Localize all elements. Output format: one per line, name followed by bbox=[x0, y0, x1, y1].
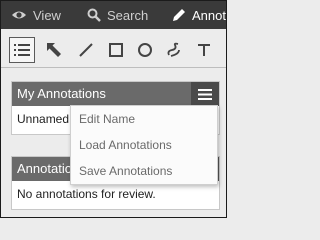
my-annotations-header: My Annotations bbox=[12, 82, 219, 106]
text-tool[interactable] bbox=[191, 37, 217, 63]
menu-item-load-annotations[interactable]: Load Annotations bbox=[71, 132, 217, 158]
rectangle-icon bbox=[109, 43, 123, 57]
annotation-viewer: View Search Annotate bbox=[0, 0, 227, 218]
toolbar-divider bbox=[1, 67, 226, 68]
freehand-tool[interactable] bbox=[161, 37, 187, 63]
tab-view-label: View bbox=[33, 7, 61, 23]
pencil-icon bbox=[173, 9, 185, 21]
menu-item-save-annotations[interactable]: Save Annotations bbox=[71, 158, 217, 184]
tab-search[interactable]: Search bbox=[87, 1, 148, 29]
tab-annotate[interactable]: Annotate bbox=[172, 1, 226, 29]
line-icon bbox=[79, 43, 93, 57]
arrow-tool[interactable] bbox=[41, 37, 67, 63]
eye-icon bbox=[12, 11, 26, 19]
annotation-row-label: Unnamed bbox=[17, 112, 70, 126]
list-select-icon bbox=[14, 44, 30, 56]
annotations-review-empty-text: No annotations for review. bbox=[17, 187, 156, 201]
arrow-icon bbox=[47, 43, 61, 57]
my-annotations-menu-button[interactable] bbox=[191, 82, 219, 106]
freehand-icon bbox=[167, 42, 180, 57]
circle-icon bbox=[138, 43, 152, 57]
tab-bar: View Search Annotate bbox=[1, 1, 226, 29]
annotations-dropdown-menu: Edit Name Load Annotations Save Annotati… bbox=[70, 105, 218, 185]
search-icon bbox=[87, 8, 101, 22]
line-tool[interactable] bbox=[73, 37, 99, 63]
tab-view[interactable]: View bbox=[11, 1, 61, 29]
hamburger-menu-icon bbox=[198, 88, 212, 100]
tab-search-label: Search bbox=[107, 7, 149, 23]
menu-item-edit-name[interactable]: Edit Name bbox=[71, 106, 217, 132]
my-annotations-title: My Annotations bbox=[17, 86, 106, 101]
tab-annotate-label: Annotate bbox=[192, 7, 226, 23]
rectangle-tool[interactable] bbox=[103, 37, 129, 63]
text-icon bbox=[198, 44, 210, 56]
list-select-tool[interactable] bbox=[9, 37, 35, 63]
circle-tool[interactable] bbox=[132, 37, 158, 63]
annotation-toolbar bbox=[1, 29, 226, 69]
